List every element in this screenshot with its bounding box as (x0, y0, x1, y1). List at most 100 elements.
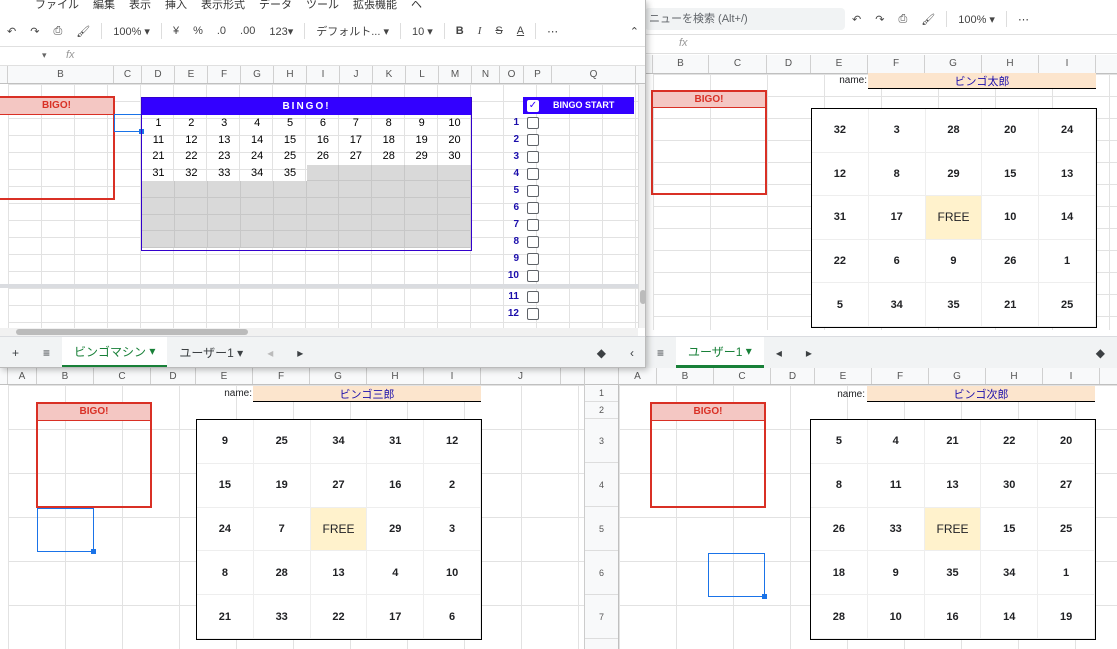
col-header[interactable]: C (114, 66, 142, 83)
col-header[interactable]: C (94, 368, 151, 384)
col-header[interactable]: J (340, 66, 373, 83)
scroll-tabs-right-icon[interactable]: ▸ (794, 337, 824, 368)
col-header[interactable]: I (424, 368, 481, 384)
menu-tools[interactable]: ツール (299, 0, 346, 11)
player-name[interactable]: ビンゴ次郎 (867, 386, 1095, 402)
row-header[interactable]: 1 (585, 385, 618, 402)
font-select[interactable]: デフォルト... ▾ (309, 23, 396, 39)
round-checkbox[interactable] (527, 269, 539, 282)
undo-icon[interactable]: ↶ (0, 25, 23, 38)
undo-icon[interactable]: ↶ (845, 13, 868, 26)
horizontal-scrollbar[interactable] (0, 328, 638, 336)
col-header[interactable]: E (196, 368, 253, 384)
round-checkbox[interactable] (527, 218, 539, 231)
scrollbar-thumb[interactable] (16, 329, 248, 335)
paint-format-icon[interactable]: 🖌 (914, 13, 942, 26)
decrease-decimal-button[interactable]: .0 (210, 25, 233, 37)
col-header[interactable]: B (657, 368, 714, 384)
menu-data[interactable]: データ (252, 0, 299, 11)
text-color-icon[interactable]: A (510, 25, 531, 37)
col-header[interactable]: D (151, 368, 196, 384)
percent-button[interactable]: % (186, 25, 210, 37)
more-icon[interactable]: ⋯ (1011, 13, 1036, 26)
col-header[interactable]: F (868, 55, 925, 73)
col-header[interactable]: O (500, 66, 524, 83)
more-icon[interactable]: ⋯ (540, 25, 565, 38)
col-header[interactable]: B (653, 55, 709, 73)
strikethrough-icon[interactable]: S (488, 25, 509, 37)
col-header[interactable]: D (142, 66, 175, 83)
add-sheet-icon[interactable]: + (0, 337, 31, 367)
round-checkbox[interactable] (527, 235, 539, 248)
col-header[interactable]: H (274, 66, 307, 83)
currency-button[interactable]: ¥ (166, 25, 186, 37)
row-header[interactable]: 7 (585, 595, 618, 639)
redo-icon[interactable]: ↷ (868, 13, 891, 26)
col-header[interactable]: H (986, 368, 1043, 384)
round-checkbox[interactable] (527, 133, 539, 146)
round-checkbox[interactable] (527, 167, 539, 180)
row-header[interactable]: 5 (585, 507, 618, 551)
col-header[interactable]: C (709, 55, 767, 73)
col-header[interactable]: E (811, 55, 868, 73)
col-header[interactable]: B (37, 368, 94, 384)
zoom-select[interactable]: 100% ▾ (106, 25, 157, 38)
col-header[interactable]: P (524, 66, 552, 83)
col-header[interactable]: G (241, 66, 274, 83)
all-sheets-icon[interactable]: ≡ (645, 337, 676, 368)
zoom-select[interactable]: 100% ▾ (951, 13, 1002, 26)
tab-bingo-machine[interactable]: ビンゴマシン ▾ (62, 337, 168, 367)
round-checkbox[interactable] (527, 150, 539, 163)
row-header[interactable]: 4 (585, 463, 618, 507)
vertical-scrollbar[interactable] (638, 84, 645, 328)
menu-format[interactable]: 表示形式 (194, 0, 252, 11)
menu-edit[interactable]: 編集 (86, 0, 122, 11)
print-icon[interactable]: ⎙ (891, 13, 914, 26)
selected-cell[interactable] (114, 114, 144, 134)
menu-help[interactable]: ヘ (404, 0, 429, 11)
number-format-select[interactable]: 123▾ (262, 25, 300, 38)
col-header[interactable]: H (367, 368, 424, 384)
name-box-dropdown-icon[interactable]: ▾ (42, 50, 47, 61)
col-header[interactable]: D (767, 55, 811, 73)
round-checkbox[interactable] (527, 252, 539, 265)
col-header[interactable]: N (472, 66, 500, 83)
col-header[interactable]: F (253, 368, 310, 384)
menu-view[interactable]: 表示 (122, 0, 158, 11)
paint-format-icon[interactable]: 🖌 (69, 25, 97, 38)
menu-file[interactable]: ファイル (28, 0, 86, 11)
col-header[interactable]: D (771, 368, 815, 384)
col-header[interactable]: F (208, 66, 241, 83)
all-sheets-icon[interactable]: ≡ (31, 337, 62, 367)
font-size-select[interactable]: 10 ▾ (405, 25, 440, 38)
menu-insert[interactable]: 挿入 (158, 0, 194, 11)
col-header[interactable]: L (406, 66, 439, 83)
menu-extensions[interactable]: 拡張機能 (346, 0, 404, 11)
round-checkbox[interactable] (527, 307, 539, 320)
tab-user1[interactable]: ユーザー1 ▾ (167, 337, 255, 367)
col-header[interactable]: B (8, 66, 114, 83)
col-header[interactable]: K (373, 66, 406, 83)
col-header[interactable]: J (481, 368, 561, 384)
selected-cell[interactable] (708, 553, 767, 599)
col-header[interactable]: H (982, 55, 1039, 73)
explore-icon[interactable]: ◆ (1084, 337, 1117, 368)
col-header[interactable]: A (619, 368, 657, 384)
menu-search-box[interactable]: ニューを検索 (Alt+/) (645, 8, 845, 30)
col-header[interactable]: F (872, 368, 929, 384)
col-header[interactable]: I (307, 66, 340, 83)
col-header[interactable]: G (310, 368, 367, 384)
col-header[interactable]: G (925, 55, 982, 73)
player-name[interactable]: ビンゴ太郎 (868, 73, 1096, 89)
redo-icon[interactable]: ↷ (23, 25, 46, 38)
selected-cell[interactable] (37, 508, 96, 554)
round-checkbox[interactable] (527, 290, 539, 303)
collapse-side-panel-icon[interactable]: ‹ (618, 337, 645, 367)
col-header[interactable]: M (439, 66, 472, 83)
col-header[interactable]: I (1039, 55, 1096, 73)
italic-icon[interactable]: I (471, 25, 489, 37)
col-header[interactable]: I (1043, 368, 1100, 384)
col-header[interactable]: E (815, 368, 872, 384)
bold-icon[interactable]: B (449, 25, 471, 37)
formula-bar[interactable]: fx (645, 34, 1117, 54)
